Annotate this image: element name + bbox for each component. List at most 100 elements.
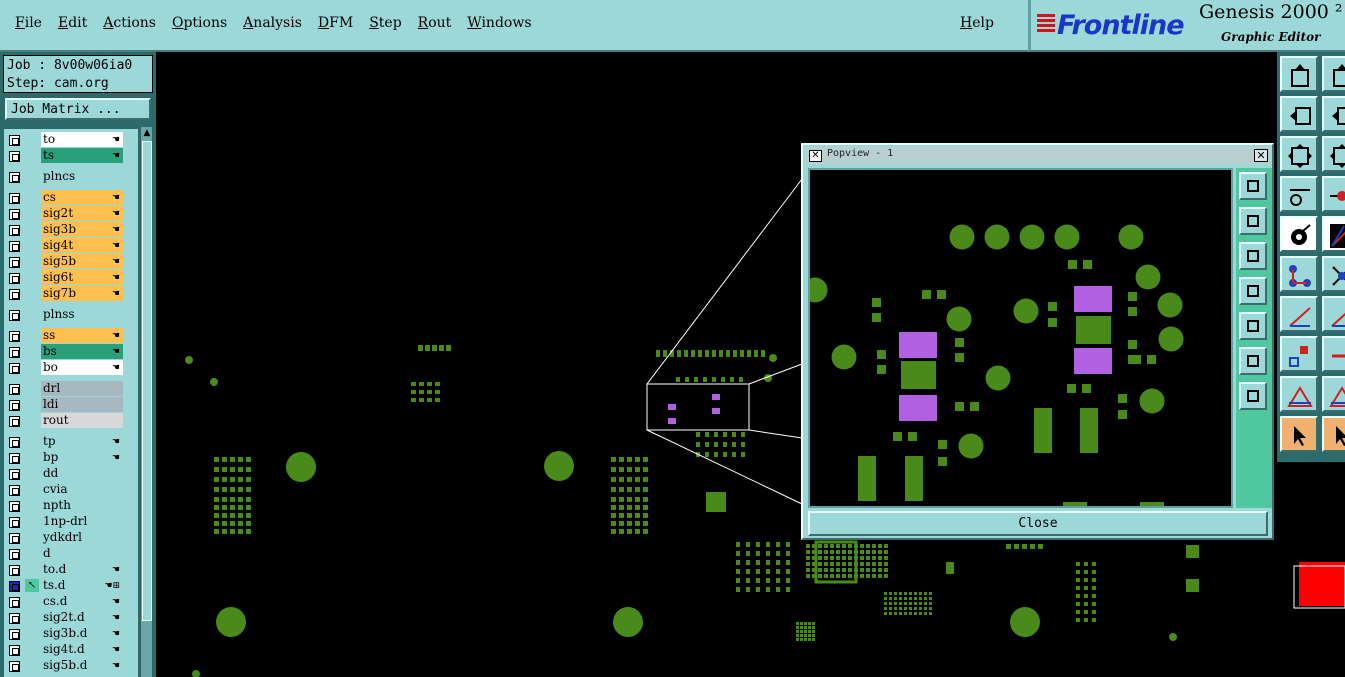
menu-dfm[interactable]: DFM <box>318 15 353 31</box>
layer-name[interactable]: sig5b ☚ <box>41 254 123 269</box>
layer-checkbox[interactable] <box>9 151 20 162</box>
menu-help[interactable]: Help <box>960 15 994 31</box>
layer-row-tp[interactable]: tp ☚ <box>4 434 138 450</box>
layer-checkbox[interactable] <box>9 437 20 448</box>
layer-row-sig3b.d[interactable]: sig3b.d ☚ <box>4 626 138 642</box>
layer-row-sig7b[interactable]: sig7b ☚ <box>4 286 138 302</box>
layer-row-dd[interactable]: dd <box>4 466 138 482</box>
affected-hand-icon[interactable]: ☚ <box>112 643 120 657</box>
layer-row-to[interactable]: to ☚ <box>4 132 138 148</box>
layer-checkbox[interactable] <box>9 613 20 624</box>
affected-hand-icon[interactable]: ☚ <box>112 451 120 465</box>
affected-hand-icon[interactable]: ☚ <box>112 611 120 625</box>
popview-close-button[interactable]: Close <box>808 511 1268 536</box>
layer-checkbox[interactable] <box>9 257 20 268</box>
layer-row-sig2t[interactable]: sig2t ☚ <box>4 206 138 222</box>
layer-row-d[interactable]: d <box>4 546 138 562</box>
layer-row-npth[interactable]: npth <box>4 498 138 514</box>
window-menu-icon[interactable]: ✕ <box>809 150 822 162</box>
affected-hand-icon[interactable]: ☚ <box>112 659 120 673</box>
page-up-alt-icon[interactable] <box>1322 56 1345 92</box>
layer-name[interactable]: sig2t ☚ <box>41 206 123 221</box>
layer-row-cvia[interactable]: cvia <box>4 482 138 498</box>
slope-alt-icon[interactable] <box>1322 296 1345 332</box>
layer-checkbox[interactable] <box>9 485 20 496</box>
zoom-fit-icon[interactable] <box>1239 347 1267 375</box>
snap-icon[interactable] <box>1322 176 1345 212</box>
layer-name[interactable]: ts.d ☚⊞ <box>41 578 123 593</box>
connect-nodes-icon[interactable] <box>1280 256 1318 292</box>
affected-hand-icon[interactable]: ☚⊞ <box>104 579 120 593</box>
layer-checkbox[interactable] <box>9 581 20 592</box>
menu-actions[interactable]: Actions <box>103 15 156 31</box>
job-matrix-button[interactable]: Job Matrix ... <box>5 98 151 120</box>
slope-icon[interactable] <box>1280 296 1318 332</box>
layer-name[interactable]: sig4t.d ☚ <box>41 642 123 657</box>
layer-name[interactable]: bs ☚ <box>41 344 123 359</box>
pan-down-icon[interactable] <box>1239 242 1267 270</box>
layer-row-sig5b[interactable]: sig5b ☚ <box>4 254 138 270</box>
affected-hand-icon[interactable]: ☚ <box>112 329 120 343</box>
layer-row-1np-drl[interactable]: 1np-drl <box>4 514 138 530</box>
layer-row-to.d[interactable]: to.d ☚ <box>4 562 138 578</box>
layer-checkbox[interactable] <box>9 331 20 342</box>
layer-checkbox[interactable] <box>9 193 20 204</box>
line-draw-icon[interactable] <box>1322 216 1345 252</box>
line-h-icon[interactable] <box>1322 336 1345 372</box>
layer-row-ss[interactable]: ss ☚ <box>4 328 138 344</box>
feature-select-icon[interactable] <box>1280 216 1318 252</box>
layer-row-sig4t.d[interactable]: sig4t.d ☚ <box>4 642 138 658</box>
layer-name[interactable]: plncs <box>41 169 123 184</box>
layer-name[interactable]: rout <box>41 413 123 428</box>
layer-checkbox[interactable] <box>9 453 20 464</box>
affected-hand-icon[interactable]: ☚ <box>112 239 120 253</box>
layer-row-bo[interactable]: bo ☚ <box>4 360 138 376</box>
zoom-area-icon[interactable] <box>1239 382 1267 410</box>
affected-hand-icon[interactable]: ☚ <box>112 191 120 205</box>
layer-name[interactable]: 1np-drl <box>41 514 123 529</box>
zoom-extents-alt-icon[interactable] <box>1322 136 1345 172</box>
scroll-up-icon[interactable]: ▲ <box>142 127 152 139</box>
layer-checkbox[interactable] <box>9 363 20 374</box>
affected-hand-icon[interactable]: ☚ <box>112 361 120 375</box>
affected-hand-icon[interactable]: ☚ <box>112 627 120 641</box>
layer-checkbox[interactable] <box>9 273 20 284</box>
affected-hand-icon[interactable]: ☚ <box>112 207 120 221</box>
layer-name[interactable]: d <box>41 546 123 561</box>
layer-checkbox[interactable] <box>9 135 20 146</box>
affected-hand-icon[interactable]: ☚ <box>112 435 120 449</box>
layer-checkbox[interactable] <box>9 501 20 512</box>
layer-name[interactable]: sig4t ☚ <box>41 238 123 253</box>
affected-hand-icon[interactable]: ☚ <box>112 271 120 285</box>
layer-name[interactable]: ldi <box>41 397 123 412</box>
layer-name[interactable]: ts ☚ <box>41 148 123 163</box>
close-icon[interactable]: ✕ <box>1254 149 1268 162</box>
affected-hand-icon[interactable]: ☚ <box>112 149 120 163</box>
affected-hand-icon[interactable]: ☚ <box>112 345 120 359</box>
layer-name[interactable]: bo ☚ <box>41 360 123 375</box>
affected-hand-icon[interactable]: ☚ <box>112 255 120 269</box>
page-up-icon[interactable] <box>1280 56 1318 92</box>
layer-name[interactable]: bp ☚ <box>41 450 123 465</box>
layer-name[interactable]: sig3b.d ☚ <box>41 626 123 641</box>
measure-icon[interactable] <box>1280 176 1318 212</box>
layer-checkbox[interactable] <box>9 565 20 576</box>
triangle-icon[interactable] <box>1280 376 1318 412</box>
layer-checkbox[interactable] <box>9 289 20 300</box>
layer-row-sig5b.d[interactable]: sig5b.d ☚ <box>4 658 138 674</box>
layer-row-rout[interactable]: rout <box>4 413 138 429</box>
layer-checkbox[interactable] <box>9 384 20 395</box>
pan-up-icon[interactable] <box>1239 207 1267 235</box>
menu-analysis[interactable]: Analysis <box>243 15 302 31</box>
affected-hand-icon[interactable]: ☚ <box>112 133 120 147</box>
popview-titlebar[interactable]: ✕ Popview - 1 ✕ <box>805 147 1270 164</box>
layer-row-bp[interactable]: bp ☚ <box>4 450 138 466</box>
layer-name[interactable]: ss ☚ <box>41 328 123 343</box>
triangle-alt-icon[interactable] <box>1322 376 1345 412</box>
layer-row-sig4t[interactable]: sig4t ☚ <box>4 238 138 254</box>
menu-windows[interactable]: Windows <box>467 15 531 31</box>
scroll-thumb[interactable] <box>142 141 152 621</box>
layer-checkbox[interactable] <box>9 469 20 480</box>
layer-name[interactable]: sig7b ☚ <box>41 286 123 301</box>
layer-row-bs[interactable]: bs ☚ <box>4 344 138 360</box>
